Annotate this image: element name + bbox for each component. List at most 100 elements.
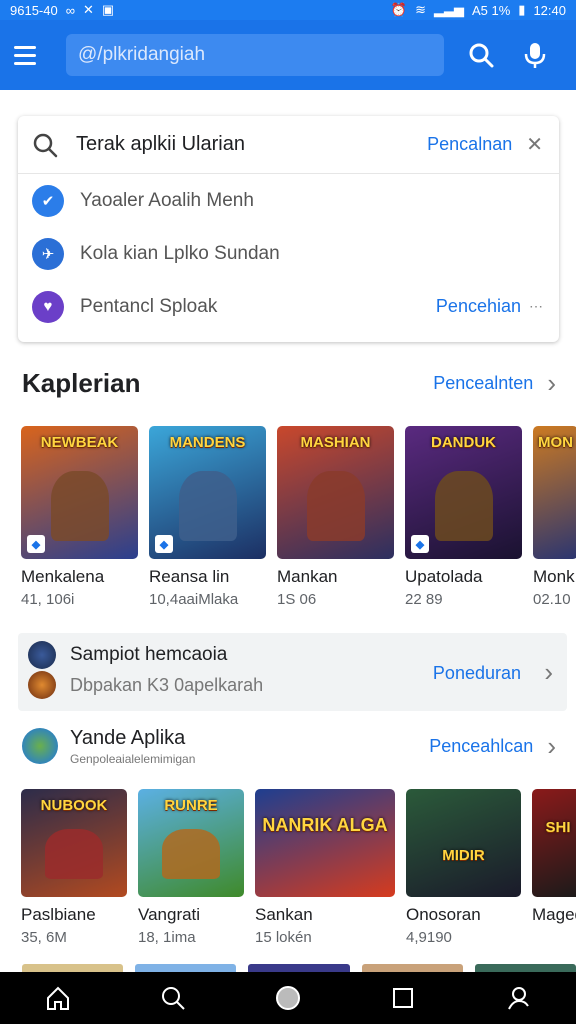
app-meta: 1S 06 xyxy=(277,591,317,608)
suggestion-action-link[interactable]: Pencalnan xyxy=(427,134,512,155)
app-tile[interactable]: MIDIR Onosoran 4,9190 xyxy=(406,789,521,946)
app-art-title: MON xyxy=(538,434,573,451)
app-meta: 18, 1ima xyxy=(138,929,196,946)
search-input[interactable]: @/plkridangiah xyxy=(66,34,444,76)
app-tile[interactable]: NUBOOK Paslbiane 35, 6M xyxy=(21,789,127,946)
app-tile[interactable]: MASHIAN Mankan 1S 06 xyxy=(277,426,394,608)
section-header: Yande Aplika Genpoleaialelemimigan Pence… xyxy=(22,724,556,768)
app-tile[interactable]: DANDUK ◆ Upatolada 22 89 xyxy=(405,426,522,608)
chevron-right-icon[interactable]: › xyxy=(547,368,556,399)
chevron-right-icon[interactable]: › xyxy=(544,657,553,688)
suggestion-item[interactable]: ♥ Pentancl Sploak Pencehian ⋯ xyxy=(18,280,559,333)
search-icon xyxy=(33,133,58,157)
app-tile[interactable]: MANDENS ◆ Reansa lin 10,4aaiMlaka xyxy=(149,426,266,608)
promo-banner[interactable]: Sampiot hemcaoia Dbpakan K3 0apelkarah P… xyxy=(18,633,567,711)
signal-icon: ▂▃▅ xyxy=(433,2,464,17)
section-header: Kaplerian Pencealnten › xyxy=(22,368,556,399)
app-name: Paslbiane xyxy=(21,905,96,924)
app-carousel: NEWBEAK ◆ Menkalena 41, 106i MANDENS ◆ R… xyxy=(21,426,576,608)
section-title: Yande Aplika xyxy=(70,726,186,749)
section-see-more[interactable]: Pencealnten xyxy=(433,373,533,394)
app-art-title: MANDENS xyxy=(169,434,246,451)
status-time: 12:40 xyxy=(533,2,566,18)
chevron-right-icon[interactable]: › xyxy=(547,731,556,762)
plane-icon: ✈ xyxy=(32,237,64,270)
status-bar: 9615-40 ∞ ✕ ▣ ⏰ ≋ ▂▃▅ A5 1% ▮ 12:40 xyxy=(0,0,576,20)
app-badge-icon: ◆ xyxy=(155,535,173,553)
wifi-icon: ≋ xyxy=(415,2,426,17)
image-icon: ▣ xyxy=(101,2,115,17)
promo-subtitle: Dbpakan K3 0apelkarah xyxy=(70,674,264,695)
suggestion-query-row[interactable]: Terak aplkii Ularian Pencalnan ✕ xyxy=(18,116,559,174)
app-meta: 41, 106i xyxy=(21,591,75,608)
app-thumbnail: DANDUK ◆ xyxy=(405,426,522,559)
search-icon[interactable] xyxy=(464,38,498,72)
app-art-title: SHI xyxy=(545,819,571,836)
section-title: Kaplerian xyxy=(22,368,141,398)
app-name: Menkalena xyxy=(21,567,105,586)
app-art-title: NUBOOK xyxy=(40,797,108,814)
app-thumbnail: NUBOOK xyxy=(21,789,127,897)
alarm-icon: ⏰ xyxy=(390,2,408,17)
app-art-title: NANRIK ALGA xyxy=(262,815,388,835)
app-name: Mankan xyxy=(277,567,338,586)
circle-icon[interactable] xyxy=(268,978,308,1018)
promo-title: Sampiot hemcaoia xyxy=(70,644,228,665)
app-art-title: NEWBEAK xyxy=(40,434,119,451)
app-meta: 22 89 xyxy=(405,591,443,608)
app-art-title: MIDIR xyxy=(442,847,485,864)
app-tile[interactable]: NANRIK ALGA Sankan 15 lokén xyxy=(255,789,395,946)
heart-icon: ♥ xyxy=(32,290,64,323)
suggestion-query: Terak aplkii Ularian xyxy=(76,133,245,155)
app-name: Sankan xyxy=(255,905,313,924)
shuffle-icon: ✕ xyxy=(83,2,94,17)
search-icon[interactable] xyxy=(153,978,193,1018)
avatar xyxy=(28,641,56,669)
app-carousel: NUBOOK Paslbiane 35, 6M RUNRE Vangrati 1… xyxy=(21,789,576,946)
avatar xyxy=(28,671,56,699)
app-thumbnail: SHI xyxy=(532,789,576,897)
app-name: Upatolada xyxy=(405,567,483,586)
mic-icon[interactable] xyxy=(518,38,552,72)
app-tile[interactable]: SHI Maged xyxy=(532,789,576,946)
app-tile[interactable]: NEWBEAK ◆ Menkalena 41, 106i xyxy=(21,426,138,608)
app-meta: 35, 6M xyxy=(21,929,67,946)
app-thumbnail: MON xyxy=(533,426,576,559)
close-icon[interactable]: ✕ xyxy=(526,132,543,157)
search-input-text: @/plkridangiah xyxy=(78,44,206,65)
home-icon[interactable] xyxy=(38,978,78,1018)
square-icon[interactable] xyxy=(383,978,423,1018)
app-thumbnail: MASHIAN xyxy=(277,426,394,559)
section-subtitle: Genpoleaialelemimigan xyxy=(70,751,196,766)
bottom-nav xyxy=(0,972,576,1024)
link-icon: ∞ xyxy=(65,2,75,18)
app-meta: 15 lokén xyxy=(255,929,312,946)
battery-text: A5 1% xyxy=(471,2,511,18)
app-thumbnail: NANRIK ALGA xyxy=(255,789,395,897)
menu-icon[interactable] xyxy=(14,40,44,70)
battery-icon: ▮ xyxy=(518,2,526,17)
app-badge-icon: ◆ xyxy=(411,535,429,553)
suggestion-label: Yaoaler Aoalih Menh xyxy=(80,189,254,211)
status-left-text: 9615-40 xyxy=(10,2,58,18)
app-tile[interactable]: RUNRE Vangrati 18, 1ima xyxy=(138,789,244,946)
app-thumbnail: MANDENS ◆ xyxy=(149,426,266,559)
app-name: Vangrati xyxy=(138,905,201,924)
app-name: Monk xyxy=(533,567,575,586)
app-thumbnail: MIDIR xyxy=(406,789,521,897)
app-badge-icon: ◆ xyxy=(27,535,45,553)
app-tile[interactable]: MON Monk 02.10 xyxy=(533,426,576,608)
suggestion-item[interactable]: ✔ Yaoaler Aoalih Menh xyxy=(18,174,559,227)
suggestion-item-action[interactable]: Pencehian xyxy=(436,296,521,317)
suggestion-label: Pentancl Sploak xyxy=(80,295,218,317)
app-art-title: RUNRE xyxy=(164,797,218,814)
suggestion-item[interactable]: ✈ Kola kian Lplko Sundan xyxy=(18,227,559,280)
check-icon: ✔ xyxy=(32,184,64,217)
app-art-title: DANDUK xyxy=(431,434,496,451)
suggestion-label: Kola kian Lplko Sundan xyxy=(80,242,280,264)
more-icon[interactable]: ⋯ xyxy=(529,298,543,315)
section-see-more[interactable]: Penceahlcan xyxy=(429,736,533,757)
profile-icon[interactable] xyxy=(498,978,538,1018)
promo-action-link[interactable]: Poneduran xyxy=(433,663,521,684)
avatar xyxy=(22,728,58,764)
